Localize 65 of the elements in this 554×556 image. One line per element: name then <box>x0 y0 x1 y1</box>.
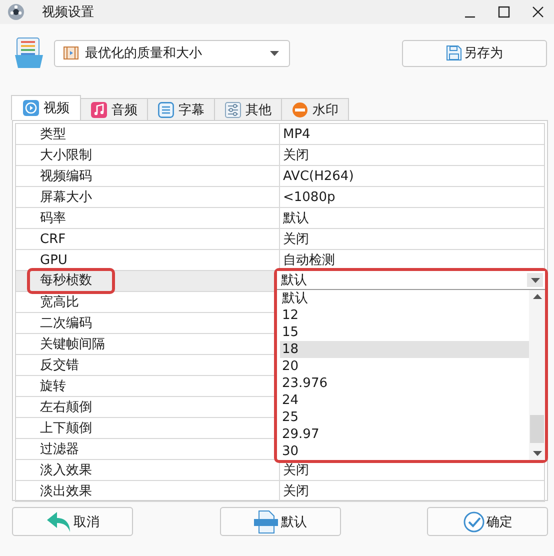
property-value: AVC(H264) <box>283 168 354 184</box>
subtitles-icon <box>158 102 174 118</box>
property-name: 反交错 <box>40 357 79 374</box>
tab[interactable]: 水印 <box>281 98 349 120</box>
dialog-button[interactable]: 确定 <box>427 507 548 536</box>
property-name: 上下颠倒 <box>40 420 92 437</box>
property-name: GPU <box>40 252 68 268</box>
property-name: 码率 <box>40 210 66 227</box>
document-icon <box>253 510 279 534</box>
property-name: 淡入效果 <box>40 462 92 479</box>
property-value: 关闭 <box>283 231 309 248</box>
property-name: 二次编码 <box>40 315 92 332</box>
dropdown-option[interactable]: 12 <box>280 307 529 324</box>
scrollbar[interactable] <box>529 290 545 460</box>
property-name: 旋转 <box>40 378 66 395</box>
property-value: 默认 <box>283 210 309 227</box>
preset-dropdown[interactable]: 最优化的质量和大小 <box>54 40 290 66</box>
save-as-button[interactable]: 另存为 <box>402 40 547 66</box>
dropdown-option[interactable]: 15 <box>280 324 529 341</box>
tab[interactable]: 其他 <box>214 98 282 120</box>
property-name: 屏幕大小 <box>40 189 92 206</box>
property-value: 自动检测 <box>283 252 335 269</box>
property-value: MP4 <box>283 126 310 142</box>
dropdown-option[interactable]: 20 <box>280 358 529 375</box>
dropdown-option[interactable]: 23.976 <box>280 375 529 392</box>
scroll-down-icon[interactable] <box>532 451 542 456</box>
tab[interactable]: 音频 <box>80 98 148 120</box>
close-icon[interactable] <box>532 6 544 18</box>
back-arrow-icon <box>46 510 72 532</box>
property-name: 视频编码 <box>40 168 92 185</box>
dropdown-option[interactable]: 29.97 <box>280 426 529 443</box>
property-value: 关闭 <box>283 462 309 479</box>
dialog-button[interactable]: 取消 <box>12 507 133 536</box>
sliders-icon <box>224 102 240 118</box>
window-title: 视频设置 <box>42 4 94 21</box>
property-name: 左右颠倒 <box>40 399 92 416</box>
preset-list-icon <box>14 37 44 69</box>
property-name: 过滤器 <box>40 441 79 458</box>
play-icon <box>22 100 38 116</box>
tab[interactable]: 字幕 <box>147 98 215 120</box>
dropdown-option[interactable]: 25 <box>280 409 529 426</box>
music-note-icon <box>90 102 106 118</box>
dropdown-option[interactable]: 18 <box>280 341 529 358</box>
property-name: CRF <box>40 232 66 246</box>
dialog-button[interactable]: 默认 <box>220 507 340 536</box>
dropdown-option[interactable]: 默认 <box>280 290 529 307</box>
property-value: <1080p <box>283 190 336 204</box>
property-name: 宽高比 <box>40 294 79 311</box>
property-name: 关键帧间隔 <box>40 336 105 353</box>
dropdown-option[interactable]: 24 <box>280 392 529 409</box>
property-value: 关闭 <box>283 147 309 164</box>
property-name: 类型 <box>40 126 66 143</box>
property-value: 关闭 <box>283 483 309 500</box>
maximize-icon[interactable] <box>498 6 510 18</box>
property-name: 淡出效果 <box>40 483 92 500</box>
tab[interactable]: 视频 <box>11 95 81 120</box>
property-name: 每秒桢数 <box>27 268 115 294</box>
checkmark-icon <box>462 510 484 532</box>
scrollbar-thumb[interactable] <box>530 415 544 443</box>
caret-icon <box>270 50 279 56</box>
property-name: 大小限制 <box>40 147 92 164</box>
scroll-up-icon[interactable] <box>532 294 542 299</box>
dropdown-option[interactable]: 30 <box>280 443 529 460</box>
value-dropdown[interactable]: 默认 <box>277 271 545 289</box>
film-icon <box>63 45 79 61</box>
